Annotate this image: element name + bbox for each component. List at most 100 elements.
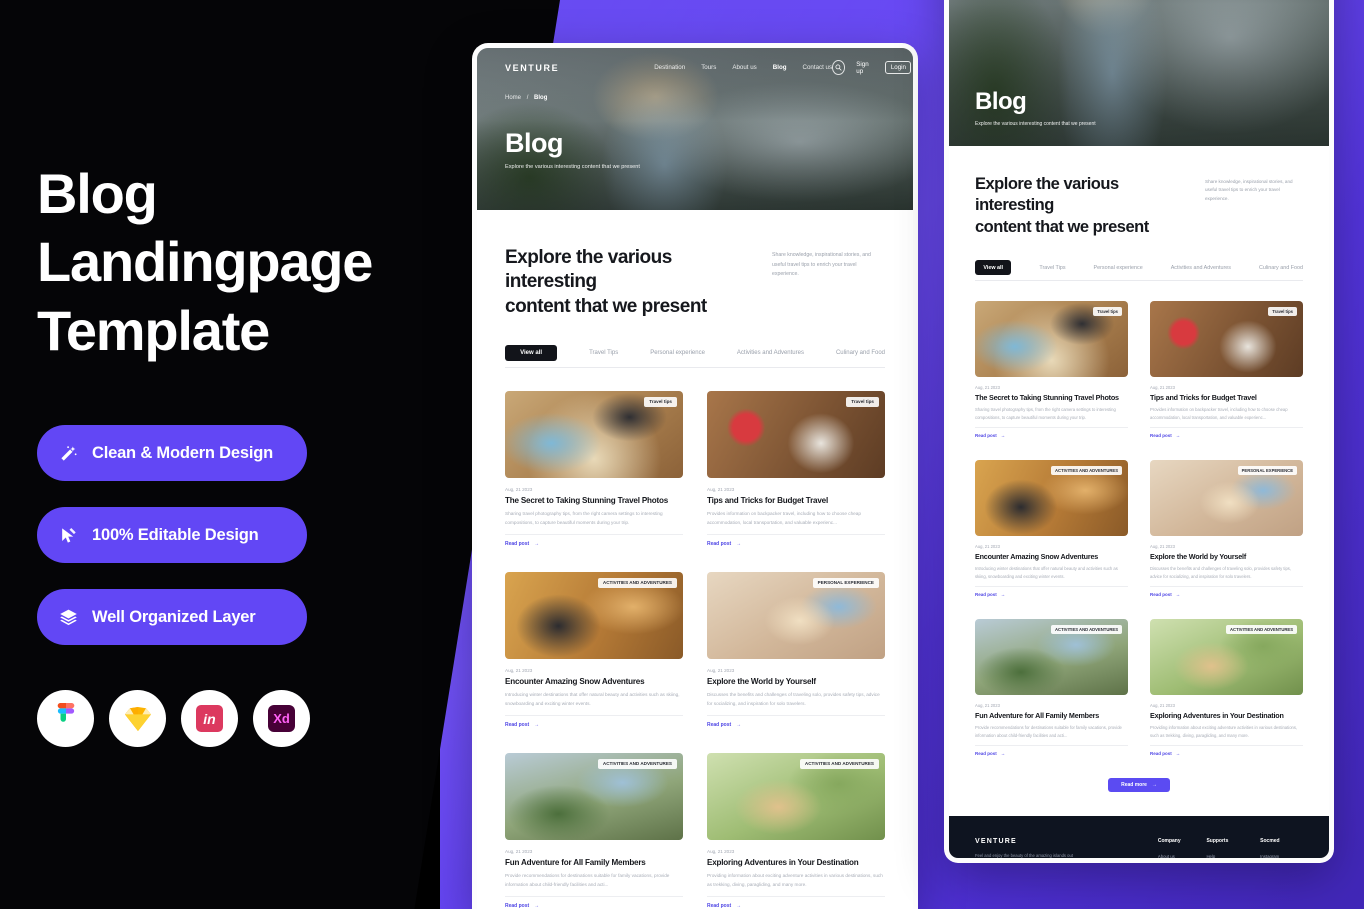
post-excerpt: Providing information about exciting adv…	[1150, 725, 1298, 739]
arrow-right-icon: →	[534, 902, 540, 909]
footer-column-company: Company About us Blog Careers Contact us	[1158, 838, 1203, 858]
tab-personal-experience[interactable]: Personal experience	[650, 350, 705, 356]
tab-activities-and-adventures[interactable]: Activities and Adventures	[1171, 265, 1231, 271]
section-title: Explore the various interesting content …	[975, 174, 1195, 238]
hero-section: Blog Explore the various interesting con…	[949, 0, 1329, 146]
post-card[interactable]: ACTIVITIES AND ADVENTURES Aug, 21 2023 E…	[975, 460, 1128, 597]
post-excerpt: Provide recommendations for destinations…	[975, 725, 1122, 739]
hero-subtitle: Explore the various interesting content …	[505, 164, 640, 170]
post-card[interactable]: Travel tips Aug, 21 2023 The Secret to T…	[505, 390, 683, 547]
signup-link[interactable]: Sign up	[856, 61, 874, 75]
read-post-link[interactable]: Read post →	[975, 433, 1128, 438]
post-divider	[505, 533, 683, 535]
nav-link-blog[interactable]: Blog	[773, 64, 787, 71]
footer-column-socmed: Socmed Instagram YouTube Twitter Faceboo…	[1260, 838, 1303, 858]
post-title: The Secret to Taking Stunning Travel Pho…	[975, 393, 1119, 403]
search-icon[interactable]	[832, 60, 846, 75]
footer-link[interactable]: About us	[1158, 854, 1203, 858]
adobe-xd-label: Xd	[273, 711, 290, 726]
tab-activities-and-adventures[interactable]: Activities and Adventures	[737, 350, 804, 356]
breadcrumb-home[interactable]: Home	[505, 95, 521, 101]
figma-icon	[57, 702, 74, 722]
feature-pill-label: Well Organized Layer	[92, 607, 256, 626]
nav-link-tours[interactable]: Tours	[701, 64, 716, 71]
post-date: Aug, 21 2023	[1150, 385, 1175, 391]
tab-view-all[interactable]: View all	[975, 260, 1012, 276]
post-tag: Travel tips	[1268, 307, 1297, 317]
post-title: Exploring Adventures in Your Destination	[707, 857, 859, 867]
breadcrumb: Home / Blog	[505, 95, 913, 101]
post-card[interactable]: Travel tips Aug, 21 2023 Tips and Tricks…	[707, 390, 885, 547]
read-post-link[interactable]: Read post →	[975, 751, 1128, 756]
post-date: Aug, 21 2023	[707, 848, 735, 854]
tab-personal-experience[interactable]: Personal experience	[1094, 265, 1143, 271]
post-grid: Travel tips Aug, 21 2023 The Secret to T…	[975, 301, 1303, 756]
arrow-right-icon: →	[736, 721, 742, 728]
post-tag: ACTIVITIES AND ADVENTURES	[799, 758, 879, 769]
post-tag: ACTIVITIES AND ADVENTURES	[1051, 466, 1122, 476]
footer-brand: VENTURE	[975, 838, 1017, 846]
tab-culinary-and-food[interactable]: Culinary and Food	[836, 350, 885, 356]
post-date: Aug, 21 2023	[505, 848, 533, 854]
post-excerpt: Provides information on backpacker trave…	[707, 510, 861, 525]
tab-culinary-and-food[interactable]: Culinary and Food	[1259, 265, 1303, 271]
post-card[interactable]: PERSONAL EXPERIENCE Aug, 21 2023 Explore…	[707, 571, 885, 728]
arrow-right-icon: →	[736, 902, 742, 909]
promo-headline: Blog Landingpage Template	[37, 160, 427, 365]
post-card[interactable]: ACTIVITIES AND ADVENTURES Aug, 21 2023 F…	[975, 619, 1128, 756]
tab-travel-tips[interactable]: Travel Tips	[1039, 265, 1065, 271]
headline-line-2: Landingpage	[37, 230, 373, 294]
post-card[interactable]: ACTIVITIES AND ADVENTURES Aug, 21 2023 E…	[505, 571, 683, 728]
post-divider	[707, 533, 885, 535]
arrow-right-icon: →	[1175, 433, 1181, 439]
post-card[interactable]: ACTIVITIES AND ADVENTURES Aug, 21 2023 E…	[1150, 619, 1303, 756]
read-post-link[interactable]: Read post →	[505, 722, 683, 728]
tab-view-all[interactable]: View all	[505, 344, 558, 361]
feature-pill-list: Clean & Modern Design 100% Editable Desi…	[37, 425, 327, 671]
arrow-right-icon: →	[534, 721, 540, 728]
read-post-link[interactable]: Read post →	[707, 903, 885, 909]
footer-link[interactable]: Help	[1206, 854, 1256, 858]
adobe-xd-icon: Xd	[268, 705, 295, 732]
read-post-label: Read post	[505, 902, 530, 909]
post-thumbnail: Travel tips	[707, 390, 885, 478]
section-description: Share knowledge, inspirational stories, …	[772, 252, 871, 278]
post-date: Aug, 21 2023	[975, 703, 1000, 709]
post-card[interactable]: Travel tips Aug, 21 2023 Tips and Tricks…	[1150, 301, 1303, 438]
post-tag: PERSONAL EXPERIENCE	[812, 577, 879, 588]
post-card[interactable]: ACTIVITIES AND ADVENTURES Aug, 21 2023 E…	[707, 752, 885, 909]
read-post-link[interactable]: Read post →	[505, 903, 683, 909]
hero-subtitle: Explore the various interesting content …	[975, 121, 1096, 127]
section-title-line-1: Explore the various interesting	[505, 247, 672, 293]
app-icon-sketch	[109, 690, 166, 747]
read-post-link[interactable]: Read post →	[1150, 751, 1303, 756]
arrow-right-icon: →	[736, 540, 742, 547]
read-post-link[interactable]: Read post →	[505, 541, 683, 547]
promo-panel: Blog Landingpage Template Clean & Modern…	[0, 0, 440, 909]
category-tabs: View all Travel Tips Personal experience…	[975, 260, 1303, 282]
login-button[interactable]: Login	[885, 61, 912, 74]
read-more-button[interactable]: Read more →	[1108, 778, 1170, 793]
read-more-label: Read more	[1121, 782, 1147, 789]
app-icon-figma	[37, 690, 94, 747]
nav-link-contact-us[interactable]: Contact us	[803, 64, 833, 71]
read-post-link[interactable]: Read post →	[975, 592, 1128, 597]
post-title: Encounter Amazing Snow Adventures	[975, 552, 1099, 562]
cursor-edit-icon	[62, 527, 76, 543]
post-excerpt: Provides information on backpacker trave…	[1150, 407, 1288, 421]
footer-link[interactable]: Instagram	[1260, 854, 1303, 858]
nav-link-about-us[interactable]: About us	[732, 64, 756, 71]
read-post-link[interactable]: Read post →	[707, 541, 885, 547]
read-post-link[interactable]: Read post →	[1150, 592, 1303, 597]
post-card[interactable]: Travel tips Aug, 21 2023 The Secret to T…	[975, 301, 1128, 438]
post-card[interactable]: PERSONAL EXPERIENCE Aug, 21 2023 Explore…	[1150, 460, 1303, 597]
post-title: Fun Adventure for All Family Members	[505, 857, 646, 867]
post-card[interactable]: ACTIVITIES AND ADVENTURES Aug, 21 2023 F…	[505, 752, 683, 909]
read-post-link[interactable]: Read post →	[1150, 433, 1303, 438]
read-post-label: Read post	[505, 721, 530, 728]
tab-travel-tips[interactable]: Travel Tips	[589, 350, 618, 356]
read-post-link[interactable]: Read post →	[707, 722, 885, 728]
post-title: Exploring Adventures in Your Destination	[1150, 711, 1284, 721]
nav-link-destination[interactable]: Destination	[654, 64, 685, 71]
read-post-label: Read post	[505, 540, 530, 547]
